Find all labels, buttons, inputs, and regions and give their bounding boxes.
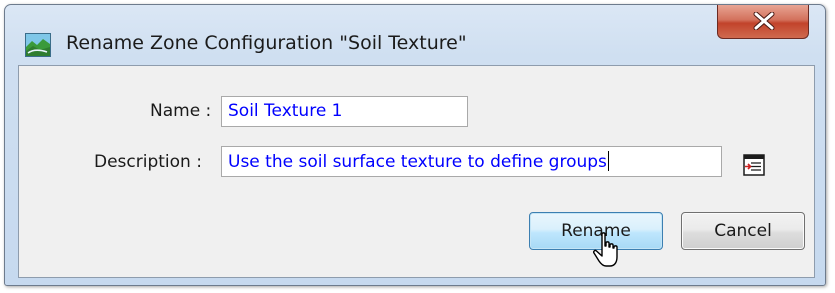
cancel-button[interactable]: Cancel xyxy=(681,212,805,250)
description-field[interactable]: Use the soil surface texture to define g… xyxy=(221,146,722,177)
name-label: Name : xyxy=(150,101,212,121)
name-field[interactable]: Soil Texture 1 xyxy=(221,96,468,127)
name-value: Soil Texture 1 xyxy=(228,101,343,121)
description-label: Description : xyxy=(94,152,202,172)
dialog-body: Name : Soil Texture 1 Description : Use … xyxy=(18,65,815,278)
description-value: Use the soil surface texture to define g… xyxy=(228,152,607,172)
title-bar[interactable]: Rename Zone Configuration "Soil Texture" xyxy=(5,5,825,63)
text-caret xyxy=(607,151,609,171)
close-button[interactable] xyxy=(717,5,809,39)
window-title: Rename Zone Configuration "Soil Texture" xyxy=(66,32,467,54)
text-editor-button[interactable] xyxy=(741,152,767,178)
text-editor-icon xyxy=(743,154,765,176)
close-icon xyxy=(753,12,775,30)
map-landscape-icon xyxy=(25,33,51,57)
mouse-pointer-icon xyxy=(593,232,623,272)
rename-zone-dialog: Rename Zone Configuration "Soil Texture"… xyxy=(4,4,826,286)
